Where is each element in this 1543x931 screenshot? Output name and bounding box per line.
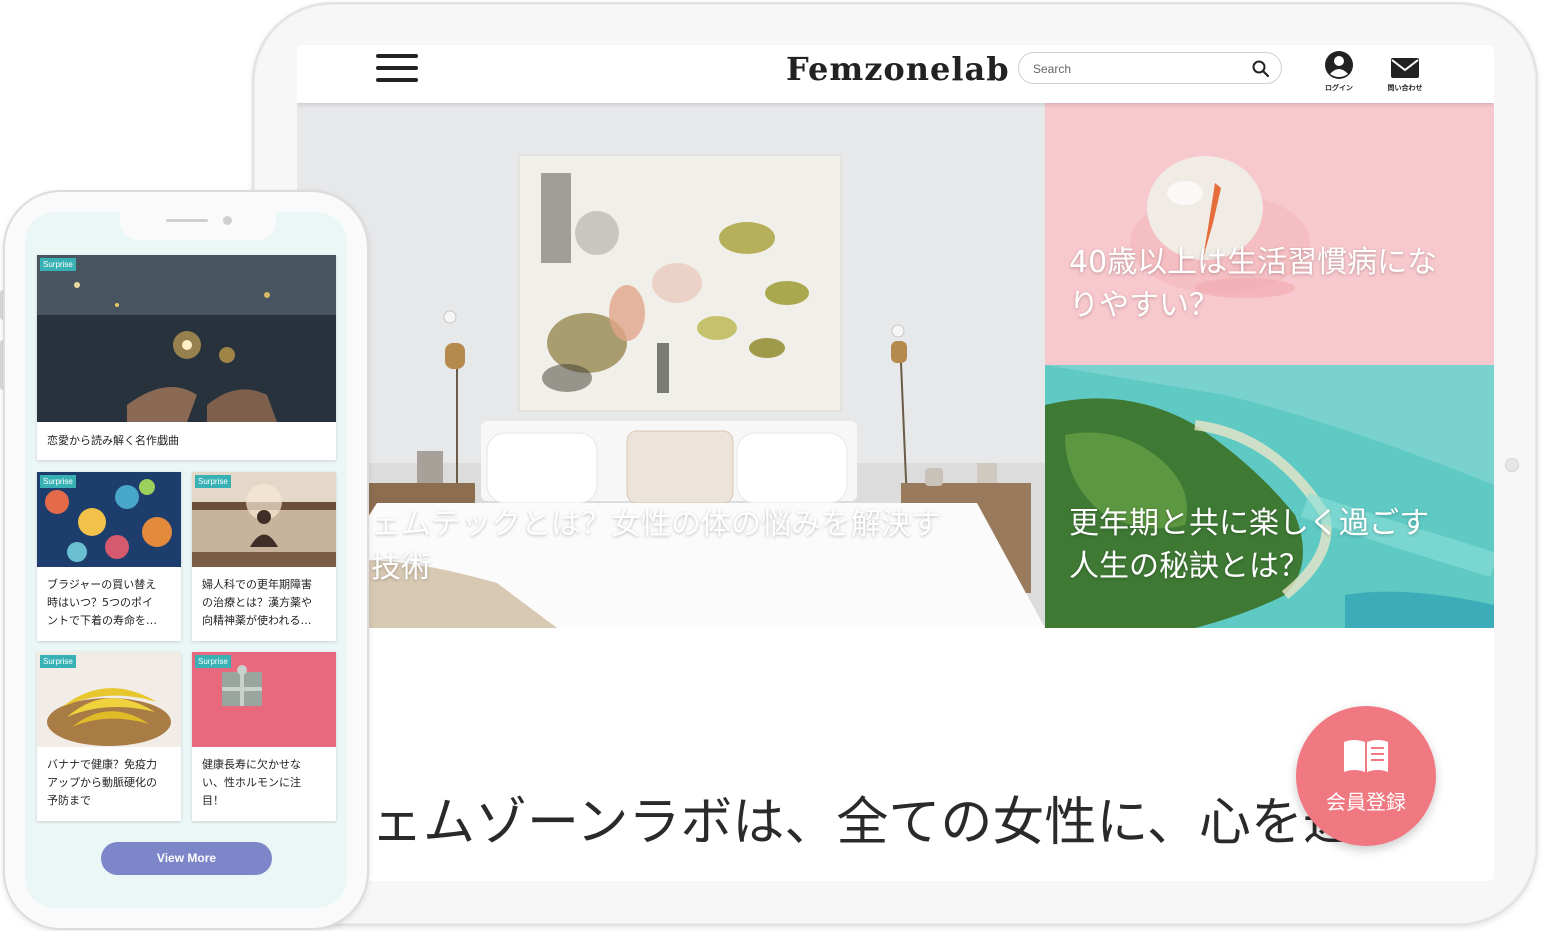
article-title: 恋愛から読み解く名作戯曲 bbox=[47, 434, 179, 447]
contact-label: 問い合わせ bbox=[1387, 84, 1423, 92]
article-title-line2: の治療とは？漢方薬や bbox=[202, 596, 312, 609]
member-register-button[interactable]: 会員登録 bbox=[1296, 706, 1436, 846]
article-title-line1: 婦人科での更年期障害 bbox=[202, 578, 312, 591]
island-image bbox=[1045, 365, 1494, 628]
article-title-line2: 時はいつ？5つのポイ bbox=[47, 596, 153, 609]
hamburger-menu-icon[interactable] bbox=[376, 54, 418, 84]
login-label: ログイン bbox=[1325, 84, 1353, 92]
hero-main-article[interactable]: ェムテックとは？女性の体の悩みを解決す 技術 bbox=[297, 103, 1045, 628]
hero-right-top-article[interactable]: 40歳以上は生活習慣病にな りやすい？ bbox=[1045, 103, 1494, 365]
hero-right-bottom-title-line1: 更年期と共に楽しく過ごす bbox=[1069, 506, 1430, 541]
category-badge: Surprise bbox=[40, 655, 76, 668]
book-icon bbox=[1344, 740, 1388, 772]
article-title-line3: 向精神薬が使われる… bbox=[202, 614, 312, 627]
article-card[interactable]: Surprise 婦人科での更年期障害 の治療とは？漢方薬や 向精神薬が使われる… bbox=[192, 472, 336, 641]
article-title-line1: ブラジャーの買い替え bbox=[47, 578, 157, 591]
view-more-button[interactable]: View More bbox=[101, 842, 272, 875]
phone-notch bbox=[120, 212, 276, 240]
member-register-label: 会員登録 bbox=[1326, 790, 1406, 814]
article-title-line1: 健康長寿に欠かせな bbox=[202, 758, 301, 771]
site-logo[interactable]: Femzonelab bbox=[786, 50, 1010, 88]
tablet-camera bbox=[1505, 458, 1519, 472]
hero-right-top-title-line2: りやすい？ bbox=[1069, 288, 1219, 323]
hero-main-title-line2: 技術 bbox=[371, 550, 431, 585]
hero-right-top-title-line1: 40歳以上は生活習慣病にな bbox=[1069, 245, 1438, 280]
contact-button[interactable]: 問い合わせ bbox=[1380, 50, 1430, 96]
article-card[interactable]: Surprise バナナで健康？免疫力 アップから動脈硬化の 予防まで bbox=[37, 652, 181, 821]
hero-right-bottom-title-line2: 人生の秘訣とは？ bbox=[1069, 549, 1309, 584]
site-tagline: ェムゾーンラボは、全ての女性に、心を込め bbox=[371, 793, 1407, 853]
article-card[interactable]: Surprise 恋愛から読み解く名作戯曲 bbox=[37, 255, 336, 460]
article-title-line3: 目！ bbox=[202, 794, 224, 807]
phone-camera bbox=[223, 216, 232, 225]
sparkler-image bbox=[37, 255, 336, 422]
mail-icon bbox=[1391, 58, 1419, 78]
category-badge: Surprise bbox=[40, 258, 76, 271]
search-icon[interactable] bbox=[1251, 59, 1271, 79]
article-card[interactable]: Surprise 健康長寿に欠かせな い、性ホルモンに注 目！ bbox=[192, 652, 336, 821]
search-input[interactable] bbox=[1031, 59, 1235, 79]
article-title-line1: バナナで健康？免疫力 bbox=[47, 758, 157, 771]
article-title-line3: ントで下着の寿命を… bbox=[47, 614, 157, 627]
category-badge: Surprise bbox=[195, 655, 231, 668]
article-title-line3: 予防まで bbox=[47, 794, 91, 807]
search-box bbox=[1018, 52, 1282, 84]
site-header: Femzonelab ログイン 問い合わせ bbox=[297, 45, 1494, 103]
category-badge: Surprise bbox=[40, 475, 76, 488]
category-badge: Surprise bbox=[195, 475, 231, 488]
user-icon bbox=[1325, 51, 1353, 79]
article-title-line2: い、性ホルモンに注 bbox=[202, 776, 301, 789]
hero-right-bottom-article[interactable]: 更年期と共に楽しく過ごす 人生の秘訣とは？ bbox=[1045, 365, 1494, 628]
login-button[interactable]: ログイン bbox=[1314, 50, 1364, 96]
article-card[interactable]: Surprise ブラジャーの買い替え 時はいつ？5つのポイ ントで下着の寿命を… bbox=[37, 472, 181, 641]
phone-screen: Surprise 恋愛から読み解く名作戯曲 Surprise ブラジャーの買い替… bbox=[25, 212, 347, 908]
hero-main-title-line1: ェムテックとは？女性の体の悩みを解決す bbox=[371, 507, 941, 542]
article-title-line2: アップから動脈硬化の bbox=[47, 776, 157, 789]
phone-speaker bbox=[166, 219, 208, 222]
